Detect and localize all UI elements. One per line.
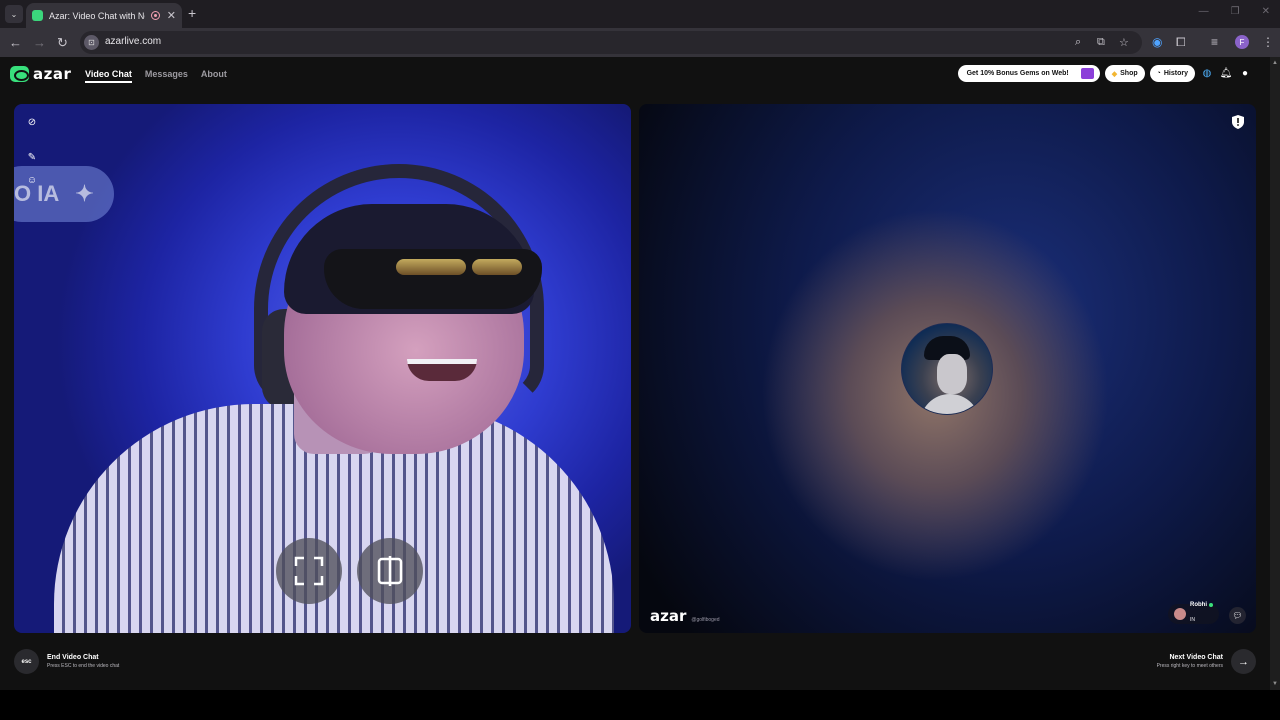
remote-video-panel: azar @golfiboged Robhi IN 💬︎	[639, 104, 1256, 633]
partner-name: Robhi	[1190, 602, 1207, 608]
online-status-icon	[1209, 603, 1213, 607]
window-controls: — ❐ ✕	[1199, 6, 1270, 17]
tab-search-button[interactable]: ⌄	[5, 5, 23, 23]
sticker-icon[interactable]: ☺	[25, 173, 39, 187]
partner-name-row: Robhi	[1190, 602, 1213, 608]
next-arrow-button[interactable]: →	[1231, 649, 1256, 674]
local-video-panel: O IA ✦ ⊘ ✎ ☺	[14, 104, 631, 633]
zoom-icon[interactable]: ⌕	[1075, 36, 1081, 49]
lens-reflection	[472, 259, 522, 275]
history-icon: ◔	[1156, 70, 1161, 77]
nav-video-chat[interactable]: Video Chat	[85, 69, 132, 83]
recording-icon	[150, 11, 160, 20]
chevron-down-icon: ⌄	[10, 9, 18, 19]
gem-icon: ◆	[1111, 70, 1118, 78]
nav-about[interactable]: About	[201, 69, 227, 83]
extensions-puzzle-icon[interactable]: ⧠	[1176, 35, 1186, 50]
bonus-gems-button[interactable]: Get 10% Bonus Gems on Web!	[957, 65, 1100, 82]
close-window-icon[interactable]: ✕	[1262, 6, 1270, 17]
restore-icon[interactable]: ❐	[1231, 6, 1240, 17]
smile	[407, 359, 477, 381]
bottom-strip	[0, 690, 1280, 720]
bookmark-star-icon[interactable]: ☆	[1119, 36, 1129, 49]
azar-logo-icon	[10, 66, 29, 82]
page-scrollbar[interactable]: ▲ ▼	[1270, 57, 1280, 690]
tab-close-button[interactable]: ✕	[167, 9, 176, 22]
header-actions: Get 10% Bonus Gems on Web! ◆ Shop ◔ Hist…	[957, 65, 1252, 82]
end-video-chat[interactable]: esc End Video Chat Press ESC to end the …	[14, 649, 119, 674]
browser-menu-icon[interactable]: ⋮	[1262, 35, 1274, 49]
browser-toolbar: ← → ↻ ⊡ azarlive.com ⌕ ⧉ ☆ ◉ ⧠ ≡ F ⋮	[0, 28, 1280, 57]
fullscreen-icon	[294, 556, 324, 586]
partner-profile-avatar	[901, 323, 993, 415]
fullscreen-button[interactable]	[276, 538, 342, 604]
history-label: History	[1163, 70, 1188, 77]
watermark-handle: @golfiboged	[691, 617, 720, 623]
effects-wand-icon[interactable]: ✎	[25, 150, 39, 164]
partner-country: IN	[1190, 617, 1195, 623]
end-chat-text: End Video Chat Press ESC to end the vide…	[47, 654, 119, 669]
main-nav: Video Chat Messages About	[85, 69, 227, 83]
url-text[interactable]: azarlive.com	[105, 36, 161, 47]
promo-label: Get 10% Bonus Gems on Web!	[966, 70, 1069, 77]
partner-body	[920, 394, 980, 414]
reading-list-icon[interactable]: ≡	[1211, 35, 1218, 49]
browser-tab-strip: ⌄ Azar: Video Chat with New ✕ + — ❐ ✕	[0, 0, 1280, 28]
split-view-icon	[377, 556, 403, 586]
back-icon[interactable]: ←	[9, 35, 22, 50]
esc-key-button[interactable]: esc	[14, 649, 39, 674]
extension-wave-icon[interactable]: ◉	[1152, 35, 1162, 49]
shop-button[interactable]: ◆ Shop	[1104, 65, 1145, 82]
language-globe-icon[interactable]: ◍	[1200, 67, 1214, 81]
next-chat-hint: Press right key to meet others	[1156, 663, 1223, 669]
site-info-icon[interactable]: ⊡	[84, 35, 99, 50]
partner-mini-avatar	[1174, 608, 1186, 620]
next-chat-title: Next Video Chat	[1169, 654, 1223, 661]
profile-avatar[interactable]: F	[1235, 35, 1249, 49]
tab-title: Azar: Video Chat with New	[49, 10, 145, 21]
azar-watermark: azar @golfiboged	[650, 607, 720, 625]
history-button[interactable]: ◔ History	[1149, 65, 1195, 82]
arrow-right-icon: →	[1238, 655, 1249, 668]
end-chat-hint: Press ESC to end the video chat	[47, 663, 120, 669]
partner-info[interactable]: Robhi IN	[1168, 602, 1219, 626]
sunglasses	[324, 249, 542, 309]
gift-icon	[1080, 68, 1094, 79]
sparkle-icon: ✦	[75, 181, 94, 206]
report-shield-icon[interactable]	[1232, 115, 1244, 129]
camera-switch-icon[interactable]: ⊘	[25, 115, 39, 129]
chat-button[interactable]: 💬︎	[1229, 607, 1246, 624]
notification-bell-icon[interactable]: 🔔︎	[1219, 67, 1233, 81]
end-chat-title: End Video Chat	[47, 654, 99, 661]
minimize-icon[interactable]: —	[1199, 6, 1209, 17]
user-account-icon[interactable]: ●	[1238, 67, 1252, 81]
azar-logo[interactable]: azar	[10, 65, 71, 83]
lens-reflection	[396, 259, 466, 275]
partner-face	[937, 354, 967, 394]
azar-favicon-icon	[32, 10, 43, 21]
partner-details: Robhi IN	[1190, 602, 1213, 626]
shop-label: Shop	[1120, 70, 1138, 77]
nav-messages[interactable]: Messages	[145, 69, 188, 83]
next-video-chat[interactable]: Next Video Chat Press right key to meet …	[1157, 649, 1256, 674]
watermark-logo: azar	[650, 607, 687, 625]
new-tab-button[interactable]: +	[188, 5, 196, 21]
install-app-icon[interactable]: ⧉	[1097, 36, 1105, 49]
split-view-button[interactable]	[357, 538, 423, 604]
logo-text: azar	[33, 65, 72, 83]
address-bar[interactable]: ⊡ azarlive.com ⌕ ⧉ ☆	[80, 31, 1142, 54]
azar-page: azar Video Chat Messages About Get 10% B…	[0, 57, 1270, 700]
browser-tab[interactable]: Azar: Video Chat with New ✕	[26, 3, 182, 28]
scroll-up-icon[interactable]: ▲	[1272, 60, 1278, 66]
scroll-down-icon[interactable]: ▼	[1272, 681, 1278, 687]
chat-bubble-icon: 💬︎	[1232, 611, 1243, 620]
next-chat-text: Next Video Chat Press right key to meet …	[1157, 654, 1223, 669]
reload-icon[interactable]: ↻	[57, 35, 68, 51]
forward-icon[interactable]: →	[33, 35, 46, 50]
